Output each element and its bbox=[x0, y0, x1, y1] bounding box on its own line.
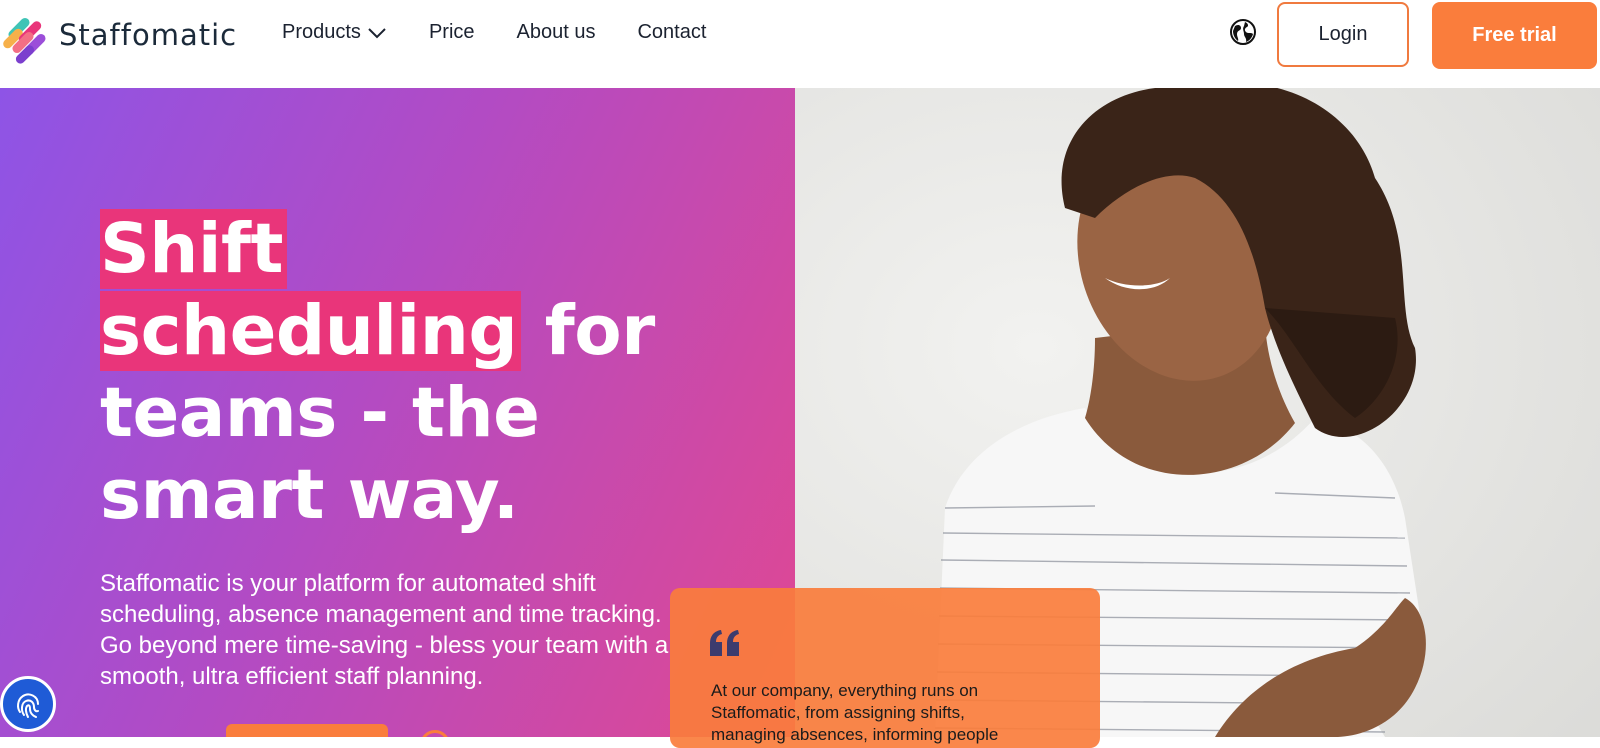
privacy-settings-button[interactable] bbox=[0, 676, 56, 732]
nav-price-label: Price bbox=[428, 21, 475, 43]
nav-about[interactable]: About us bbox=[517, 21, 596, 44]
free-trial-button-label: Free trial bbox=[1472, 24, 1557, 46]
login-button-label: Login bbox=[1318, 23, 1368, 45]
headline-highlight-1: Shift bbox=[100, 209, 287, 289]
free-trial-button[interactable]: Free trial bbox=[1432, 2, 1597, 69]
testimonial-text: At our company, everything runs on Staff… bbox=[711, 681, 999, 744]
staffomatic-logo-icon bbox=[3, 17, 46, 64]
globe-icon[interactable] bbox=[1229, 18, 1257, 46]
nav-products-label: Products bbox=[282, 21, 361, 43]
brand-name: Staffomatic bbox=[59, 18, 238, 52]
nav-contact[interactable]: Contact bbox=[637, 21, 706, 44]
hero-headline: Shift scheduling for teams - the smart w… bbox=[100, 208, 740, 536]
main-nav: Products Price About us Contact bbox=[282, 21, 706, 44]
headline-text-3: teams - the bbox=[100, 373, 540, 453]
hero-cta-button[interactable] bbox=[226, 724, 388, 737]
site-header: Staffomatic Products Price About us Cont… bbox=[0, 0, 1600, 86]
nav-products[interactable]: Products bbox=[282, 21, 387, 44]
testimonial-card: At our company, everything runs on Staff… bbox=[670, 588, 1100, 748]
login-button[interactable]: Login bbox=[1277, 2, 1409, 67]
fingerprint-icon bbox=[17, 693, 39, 718]
quote-icon bbox=[710, 630, 739, 656]
headline-highlight-2: scheduling bbox=[100, 291, 522, 371]
nav-contact-label: Contact bbox=[637, 21, 707, 43]
hero-description: Staffomatic is your platform for automat… bbox=[100, 570, 669, 690]
headline-text-2: for bbox=[544, 291, 655, 371]
brand-logo[interactable]: Staffomatic bbox=[0, 4, 240, 66]
nav-about-label: About us bbox=[516, 21, 596, 43]
play-video-button[interactable] bbox=[420, 730, 450, 737]
chevron-down-icon bbox=[368, 27, 386, 38]
nav-price[interactable]: Price bbox=[429, 21, 475, 44]
headline-text-4: smart way. bbox=[100, 455, 519, 535]
